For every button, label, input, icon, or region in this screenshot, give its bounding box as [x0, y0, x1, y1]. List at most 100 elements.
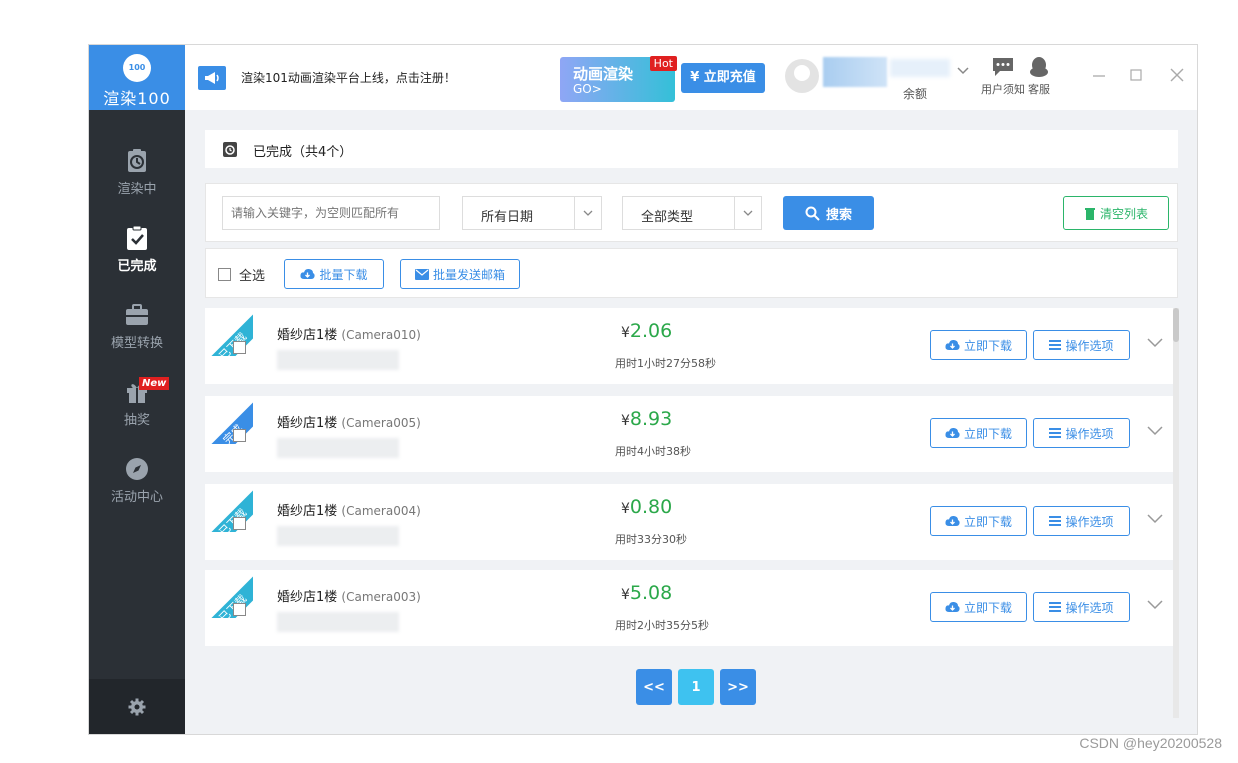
- download-now-label: 立即下载: [963, 600, 1012, 615]
- download-now-button[interactable]: 立即下载: [930, 418, 1027, 448]
- camera-name: (Camera003): [341, 590, 421, 604]
- status-header: 已完成（共4个）: [205, 130, 1178, 168]
- currency-symbol: ¥: [621, 413, 630, 429]
- username-redacted: [823, 57, 887, 87]
- redacted-info: [277, 526, 399, 546]
- recharge-button[interactable]: ¥ 立即充值: [681, 63, 765, 93]
- options-button[interactable]: 操作选项: [1033, 330, 1130, 360]
- task-name: 婚纱店1楼 (Camera003): [277, 586, 421, 605]
- compass-icon: [126, 458, 148, 480]
- chat-icon: [993, 58, 1013, 76]
- cloud-download-icon: [300, 268, 316, 279]
- user-notice-label: 用户须知: [981, 83, 1025, 96]
- chevron-down-icon[interactable]: [1147, 426, 1163, 436]
- support-button[interactable]: 客服: [1028, 56, 1050, 97]
- search-input[interactable]: [222, 196, 440, 230]
- search-icon: [805, 206, 820, 221]
- cloud-download-icon: [945, 339, 960, 350]
- search-button[interactable]: 搜索: [783, 196, 874, 230]
- settings-button[interactable]: [89, 679, 185, 734]
- chevron-down-icon[interactable]: [1147, 600, 1163, 610]
- row-checkbox[interactable]: [233, 341, 246, 354]
- trash-icon: [1084, 207, 1095, 220]
- download-now-button[interactable]: 立即下载: [930, 592, 1027, 622]
- scene-name: 婚纱店1楼: [277, 416, 338, 431]
- options-button[interactable]: 操作选项: [1033, 506, 1130, 536]
- row-checkbox[interactable]: [233, 517, 246, 530]
- task-name: 婚纱店1楼 (Camera010): [277, 324, 421, 343]
- username-redacted-2: [890, 59, 950, 77]
- avatar[interactable]: [785, 59, 819, 93]
- close-icon[interactable]: [1169, 67, 1185, 83]
- type-select[interactable]: 全部类型: [622, 196, 762, 230]
- batch-email-label: 批量发送邮箱: [432, 267, 505, 282]
- task-row: 已下载 婚纱店1楼 (Camera003) ¥5.08 用时2小时35分5秒 立…: [205, 570, 1173, 646]
- sidebar-item-lottery[interactable]: New 抽奖: [89, 377, 185, 449]
- checkbox[interactable]: [218, 268, 231, 281]
- chevron-down-icon: [574, 197, 601, 229]
- new-badge: New: [139, 377, 170, 390]
- task-price: ¥2.06: [621, 320, 672, 342]
- scrollbar-thumb[interactable]: [1173, 308, 1179, 342]
- chevron-down-icon[interactable]: [957, 67, 969, 75]
- download-now-label: 立即下载: [963, 338, 1012, 353]
- price-value: 8.93: [629, 408, 673, 430]
- camera-name: (Camera005): [341, 416, 421, 430]
- balance-label: 余额: [903, 87, 928, 101]
- scene-name: 婚纱店1楼: [277, 590, 338, 605]
- minimize-icon[interactable]: [1091, 67, 1107, 83]
- download-now-button[interactable]: 立即下载: [930, 330, 1027, 360]
- menu-icon: [1049, 602, 1062, 612]
- batch-actions: 全选 批量下载 批量发送邮箱: [205, 248, 1178, 298]
- task-duration: 用时2小时35分5秒: [615, 619, 709, 632]
- task-price: ¥0.80: [621, 496, 672, 518]
- chevron-down-icon[interactable]: [1147, 338, 1163, 348]
- sidebar-item-rendering[interactable]: 渲染中: [89, 148, 185, 218]
- clear-list-label: 清空列表: [1099, 206, 1148, 221]
- task-name: 婚纱店1楼 (Camera005): [277, 412, 421, 431]
- download-now-label: 立即下载: [963, 514, 1012, 529]
- clear-list-button[interactable]: 清空列表: [1063, 196, 1169, 230]
- logo-text: 渲染100: [103, 89, 171, 108]
- announcement-link[interactable]: 渲染101动画渲染平台上线，点击注册！: [241, 69, 456, 86]
- camera-name: (Camera004): [341, 504, 421, 518]
- promo-banner[interactable]: 动画渲染 GO> Hot: [560, 56, 677, 102]
- menu-icon: [1049, 516, 1062, 526]
- row-checkbox[interactable]: [233, 603, 246, 616]
- download-now-button[interactable]: 立即下载: [930, 506, 1027, 536]
- sidebar-item-model-convert[interactable]: 模型转换: [89, 302, 185, 372]
- filter-bar: 所有日期 全部类型 搜索 清空列表: [205, 183, 1178, 242]
- next-page-button[interactable]: >>: [720, 669, 756, 705]
- batch-download-label: 批量下载: [319, 267, 368, 282]
- search-button-label: 搜索: [825, 207, 852, 223]
- row-checkbox[interactable]: [233, 429, 246, 442]
- options-button[interactable]: 操作选项: [1033, 418, 1130, 448]
- sidebar-item-label: 已完成: [117, 259, 157, 274]
- batch-download-button[interactable]: 批量下载: [284, 259, 384, 289]
- batch-email-button[interactable]: 批量发送邮箱: [400, 259, 520, 289]
- price-value: 5.08: [629, 582, 673, 604]
- gear-icon: [128, 698, 146, 715]
- select-all-label: 全选: [239, 269, 266, 284]
- sidebar-item-label: 活动中心: [110, 490, 163, 505]
- megaphone-icon: [198, 66, 226, 90]
- scrollbar[interactable]: [1173, 308, 1179, 718]
- options-button[interactable]: 操作选项: [1033, 592, 1130, 622]
- timer-icon: [128, 149, 146, 172]
- sidebar-item-completed[interactable]: 已完成: [89, 225, 185, 295]
- options-label: 操作选项: [1065, 426, 1114, 441]
- chevron-down-icon[interactable]: [1147, 514, 1163, 524]
- download-now-label: 立即下载: [963, 426, 1012, 441]
- prev-page-button[interactable]: <<: [636, 669, 672, 705]
- page-1-button[interactable]: 1: [678, 669, 714, 705]
- user-notice-button[interactable]: 用户须知: [981, 56, 1025, 97]
- redacted-info: [277, 612, 399, 632]
- promo-title: 动画渲染: [573, 65, 634, 83]
- date-select[interactable]: 所有日期: [462, 196, 602, 230]
- mail-icon: [414, 268, 429, 280]
- currency-symbol: ¥: [621, 501, 630, 517]
- currency-symbol: ¥: [621, 325, 630, 341]
- sidebar-item-activity-center[interactable]: 活动中心: [89, 456, 185, 526]
- maximize-icon[interactable]: [1128, 67, 1144, 83]
- select-all-checkbox[interactable]: 全选: [218, 265, 265, 284]
